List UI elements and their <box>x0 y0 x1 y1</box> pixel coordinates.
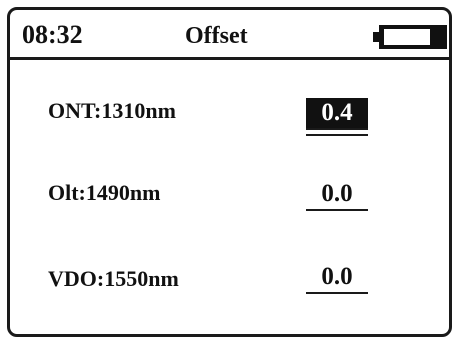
status-header: 08:32 Offset <box>10 10 449 60</box>
clock-time: 08:32 <box>22 20 83 49</box>
device-screen: 08:32 Offset ONT:1310nm 0.4 Olt:1490nm 0… <box>7 7 452 337</box>
battery-body <box>379 25 447 49</box>
row-label-ont: ONT:1310nm <box>48 98 176 123</box>
selection-underline <box>306 134 368 136</box>
value-field-vdo[interactable]: 0.0 <box>306 262 368 294</box>
battery-icon <box>373 25 447 49</box>
value-field-ont[interactable]: 0.4 <box>306 98 368 130</box>
battery-empty-area <box>384 29 430 45</box>
row-label-olt: Olt:1490nm <box>48 180 161 205</box>
page-title: Offset <box>185 23 248 49</box>
row-label-vdo: VDO:1550nm <box>48 266 179 291</box>
value-field-olt[interactable]: 0.0 <box>306 179 368 211</box>
